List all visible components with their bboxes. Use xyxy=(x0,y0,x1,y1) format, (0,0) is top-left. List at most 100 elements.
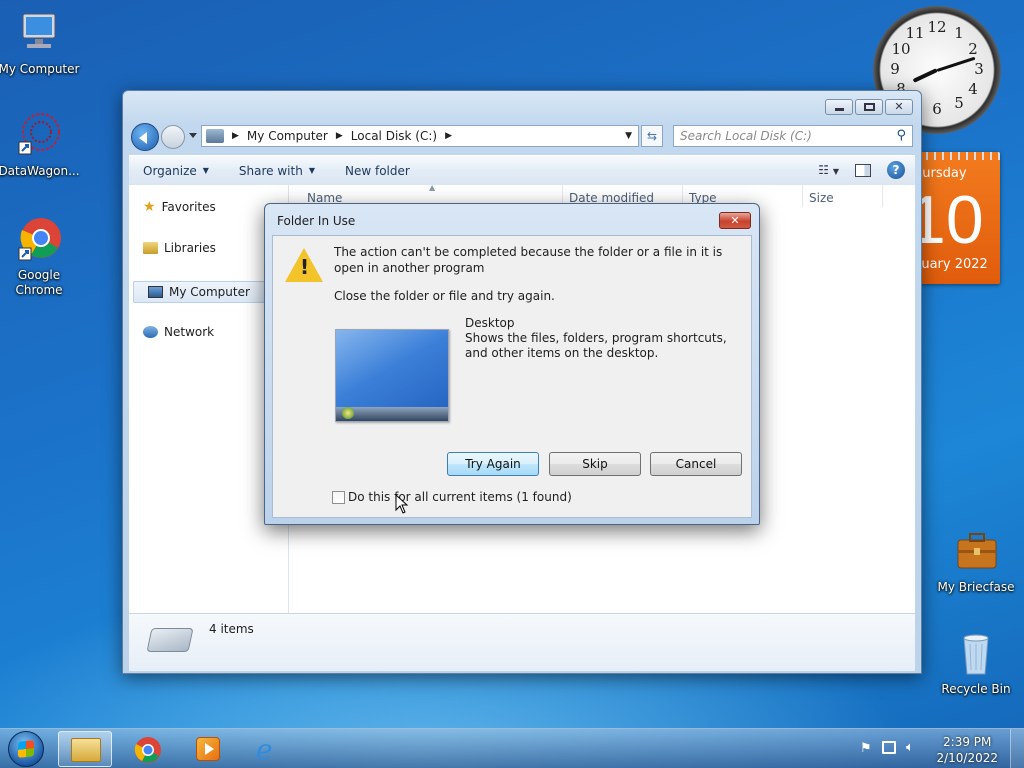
caption-buttons: ✕ xyxy=(825,99,913,115)
desktop-icon-label: My Briecfase xyxy=(937,580,1015,594)
address-bar[interactable]: ▶ My Computer ▶ Local Disk (C:) ▶ ▼ xyxy=(201,125,639,147)
back-button[interactable] xyxy=(131,123,159,151)
network-icon[interactable] xyxy=(882,741,896,754)
desktop-icon-label: My Computer xyxy=(0,62,80,76)
volume-icon[interactable]: 🔈︎ xyxy=(906,740,914,755)
desktop-preview-thumbnail xyxy=(335,329,449,422)
address-dropdown-icon[interactable]: ▼ xyxy=(625,131,632,141)
action-center-flag-icon[interactable]: ⚑ xyxy=(860,741,872,756)
show-desktop-button[interactable] xyxy=(1010,729,1024,768)
breadcrumb-separator-icon[interactable]: ▶ xyxy=(445,131,452,141)
star-icon: ★ xyxy=(143,199,156,215)
dialog-close-button[interactable]: ✕ xyxy=(719,212,751,229)
cancel-button[interactable]: Cancel xyxy=(650,452,742,476)
briefcase-icon xyxy=(952,528,1000,576)
desktop-icon-label: Recycle Bin xyxy=(941,682,1011,696)
refresh-button[interactable]: ⇆ xyxy=(641,125,663,147)
desktop-icon-my-computer[interactable]: My Computer xyxy=(0,10,81,77)
column-separator[interactable] xyxy=(802,185,803,207)
view-options-icon[interactable]: ☷ ▼ xyxy=(818,163,839,177)
desktop-icon-my-briefcase[interactable]: My Briecfase xyxy=(934,528,1018,595)
calendar-month: ruary 2022 xyxy=(920,257,988,272)
apply-to-all-checkbox[interactable] xyxy=(332,491,345,504)
dialog-message: The action can't be completed because th… xyxy=(334,245,723,275)
breadcrumb-local-disk[interactable]: Local Disk (C:) xyxy=(351,129,437,143)
taskbar: e ⚑ 🔈︎ 2:39 PM 2/10/2022 xyxy=(0,728,1024,768)
warning-icon xyxy=(285,248,323,282)
taskbar-clock[interactable]: 2:39 PM 2/10/2022 xyxy=(936,734,998,766)
help-icon[interactable]: ? xyxy=(887,161,905,179)
desktop-icon-recycle-bin[interactable]: Recycle Bin xyxy=(934,630,1018,697)
calendar-gadget[interactable]: hursday 10 ruary 2022 xyxy=(920,152,1000,284)
command-bar: Organize ▼ Share with ▼ New folder ☷ ▼ ? xyxy=(129,155,915,185)
recent-pages-chevron-icon[interactable] xyxy=(189,133,197,142)
breadcrumb-my-computer[interactable]: My Computer xyxy=(247,129,328,143)
close-button[interactable]: ✕ xyxy=(885,99,913,115)
start-button[interactable] xyxy=(8,731,44,767)
internet-explorer-icon: e xyxy=(256,733,273,766)
computer-icon xyxy=(148,286,163,298)
nav-label: My Computer xyxy=(169,285,250,299)
mouse-cursor-icon xyxy=(395,494,409,514)
taskbar-date: 2/10/2022 xyxy=(936,751,998,765)
breadcrumb-separator-icon[interactable]: ▶ xyxy=(336,131,343,141)
clock-number: 5 xyxy=(954,94,964,112)
try-again-button[interactable]: Try Again xyxy=(447,452,539,476)
datawagon-icon xyxy=(15,112,63,160)
computer-icon xyxy=(15,10,63,58)
desktop-icon-label: Google Chrome xyxy=(15,268,63,297)
calendar-date: 10 xyxy=(920,182,984,258)
desktop-icon-google-chrome[interactable]: Google Chrome xyxy=(0,216,81,298)
forward-button[interactable] xyxy=(161,125,185,149)
dialog-instruction: Close the folder or file and try again. xyxy=(334,289,555,303)
chevron-down-icon: ▼ xyxy=(202,166,209,175)
nav-item-my-computer[interactable]: My Computer xyxy=(133,281,265,303)
nav-item-favorites[interactable]: ★ Favorites xyxy=(143,199,216,215)
search-icon[interactable]: ⚲ xyxy=(896,128,906,143)
chrome-icon xyxy=(15,216,63,264)
folder-in-use-dialog[interactable]: Folder In Use ✕ The action can't be comp… xyxy=(264,203,760,525)
dialog-title: Folder In Use xyxy=(277,214,356,228)
column-header-size[interactable]: Size xyxy=(809,191,834,205)
new-folder-label: New folder xyxy=(344,163,410,178)
item-count: 4 items xyxy=(209,622,254,636)
dialog-body: The action can't be completed because th… xyxy=(272,235,752,518)
play-icon xyxy=(205,743,214,755)
nav-label: Favorites xyxy=(161,200,216,214)
organize-label: Organize xyxy=(143,163,197,178)
clock-number: 9 xyxy=(890,60,900,78)
taskbar-internet-explorer-button[interactable]: e xyxy=(244,731,298,767)
chevron-down-icon: ▼ xyxy=(308,166,315,175)
breadcrumb-separator-icon[interactable]: ▶ xyxy=(232,131,239,141)
share-with-label: Share with xyxy=(238,163,303,178)
item-description: Shows the files, folders, program shortc… xyxy=(465,331,727,360)
sort-indicator-icon: ▲ xyxy=(429,183,436,192)
chrome-icon xyxy=(134,737,161,763)
folder-icon xyxy=(71,738,101,762)
search-input[interactable]: Search Local Disk (C:) ⚲ xyxy=(673,125,913,147)
column-separator[interactable] xyxy=(882,185,883,207)
recycle-bin-icon xyxy=(952,630,1000,678)
desktop-icon-datawagon[interactable]: DataWagon... xyxy=(0,112,81,179)
apply-to-all-label[interactable]: Do this for all current items (1 found) xyxy=(348,490,572,504)
taskbar-explorer-button[interactable] xyxy=(58,731,112,767)
new-folder-button[interactable]: New folder xyxy=(345,164,410,178)
organize-button[interactable]: Organize ▼ xyxy=(143,164,209,178)
share-with-button[interactable]: Share with ▼ xyxy=(239,164,315,178)
nav-item-libraries[interactable]: Libraries xyxy=(143,241,216,255)
calendar-rings xyxy=(920,152,1000,160)
taskbar-time: 2:39 PM xyxy=(943,735,992,749)
minimize-button[interactable] xyxy=(825,99,853,115)
desktop-icon-label: DataWagon... xyxy=(0,164,80,178)
network-icon xyxy=(143,326,158,338)
taskbar-chrome-button[interactable] xyxy=(122,731,176,767)
clock-number: 2 xyxy=(968,40,978,58)
preview-pane-icon[interactable] xyxy=(855,163,871,177)
nav-item-network[interactable]: Network xyxy=(143,325,214,339)
taskbar-media-player-button[interactable] xyxy=(180,731,234,767)
drive-icon xyxy=(206,129,224,143)
nav-label: Libraries xyxy=(164,241,216,255)
skip-button[interactable]: Skip xyxy=(549,452,641,476)
maximize-button[interactable] xyxy=(855,99,883,115)
clock-number: 10 xyxy=(891,40,911,58)
